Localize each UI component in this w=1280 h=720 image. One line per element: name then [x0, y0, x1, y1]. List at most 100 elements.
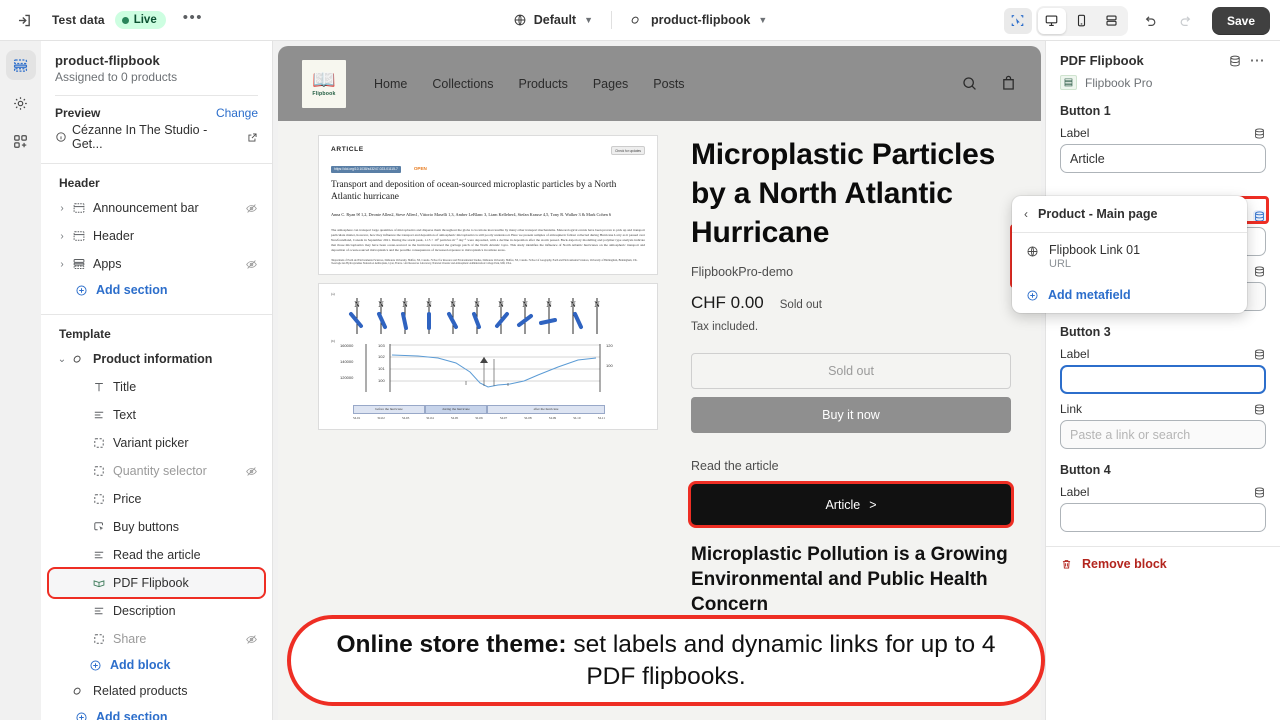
store-logo[interactable]: 📖 Flipbook [302, 59, 346, 108]
add-section-button-template[interactable]: Add section [49, 705, 264, 720]
tag-icon [630, 13, 644, 27]
sidebar-block-quantity-selector[interactable]: Quantity selector [49, 457, 264, 485]
product-price-row: CHF 0.00 Sold out [691, 293, 1011, 313]
chevron-right-icon[interactable]: › [55, 259, 69, 270]
status-badge: Live [114, 11, 166, 29]
sidebar-block-read-the-article[interactable]: Read the article [49, 541, 264, 569]
metafield-icon[interactable] [1253, 486, 1266, 499]
add-section-button-header[interactable]: Add section [49, 278, 264, 302]
sidebar-block-share[interactable]: Share [49, 625, 264, 653]
app-name: Flipbook Pro [1085, 75, 1153, 90]
metafield-option-flipbook-link-01[interactable]: Flipbook Link 01 URL [1012, 233, 1247, 280]
add-block-button[interactable]: Add block [49, 653, 264, 677]
exit-icon[interactable] [10, 6, 38, 34]
more-horizontal-icon[interactable]: ⋯ [1250, 53, 1267, 68]
rail-sections-button[interactable] [5, 50, 36, 80]
store-nav-item-products[interactable]: Products [518, 77, 567, 91]
pdf-doi: https://doi.org/10.1038/s43247-023-01115… [331, 165, 401, 173]
article-button-label: Article [825, 497, 861, 512]
theme-selector[interactable]: Default ▼ [505, 8, 601, 32]
svg-text:N: N [450, 300, 456, 309]
sidebar-block-label: Description [113, 604, 176, 618]
text-lines-icon [89, 604, 109, 618]
save-button[interactable]: Save [1211, 6, 1270, 35]
hidden-eye-icon[interactable] [245, 202, 258, 215]
sidebar-item-announcement-bar[interactable]: › Announcement bar [49, 194, 264, 222]
plus-circle-icon [75, 711, 88, 720]
svg-text:100: 100 [606, 363, 613, 368]
metafield-icon[interactable] [1253, 348, 1266, 361]
sidebar-block-description[interactable]: Description [49, 597, 264, 625]
hidden-eye-icon[interactable] [245, 633, 258, 646]
field-label: Link [1060, 402, 1083, 416]
remove-block-button[interactable]: Remove block [1046, 547, 1280, 571]
buy-it-now-button[interactable]: Buy it now [691, 397, 1011, 433]
sidebar-block-price[interactable]: Price [49, 485, 264, 513]
metafield-icon[interactable] [1228, 54, 1242, 68]
product-page-body: Check for updates ARTICLE https://doi.or… [278, 121, 1041, 649]
sidebar-block-variant-picker[interactable]: Variant picker [49, 429, 264, 457]
preview-product-row[interactable]: Cézanne In The Studio - Get... [55, 123, 258, 151]
sidebar-item-apps[interactable]: › Apps [49, 250, 264, 278]
sidebar-block-pdf-flipbook[interactable]: PDF Flipbook [47, 567, 266, 599]
button-4-label-input[interactable] [1060, 503, 1266, 532]
pdf-page-2[interactable]: (a) NNN NNN NNN NN (b) 160000 140000 120… [318, 282, 658, 430]
pdf-page-1[interactable]: Check for updates ARTICLE https://doi.or… [318, 135, 658, 275]
store-nav-item-home[interactable]: Home [374, 77, 407, 91]
sidebar-block-label: Title [113, 380, 137, 394]
metafield-icon[interactable] [1253, 403, 1266, 416]
store-nav-item-posts[interactable]: Posts [653, 77, 684, 91]
sidebar-item-header[interactable]: › Header [49, 222, 264, 250]
metafield-popup-header: ‹ Product - Main page [1012, 196, 1247, 232]
sidebar-block-buy-buttons[interactable]: Buy buttons [49, 513, 264, 541]
section-icon [69, 229, 89, 243]
metafield-icon[interactable] [1253, 127, 1266, 140]
add-metafield-button[interactable]: Add metafield [1012, 280, 1247, 313]
cart-icon[interactable] [1000, 75, 1017, 92]
top-bar-title: Test data [52, 13, 105, 27]
select-tool-button[interactable] [1003, 7, 1032, 34]
sidebar-item-related-products[interactable]: Related products [49, 677, 264, 705]
chevron-right-icon[interactable]: › [55, 231, 69, 242]
sample-label: SL09 [548, 415, 557, 420]
chevron-down-icon[interactable]: ⌄ [55, 354, 69, 365]
svg-text:N: N [498, 300, 504, 309]
hidden-eye-icon[interactable] [245, 465, 258, 478]
metafield-icon[interactable] [1253, 265, 1266, 278]
chevron-right-icon[interactable]: › [55, 203, 69, 214]
metafield-icon[interactable] [1253, 209, 1266, 223]
external-link-icon[interactable] [247, 132, 258, 143]
device-toggle-group [1035, 5, 1128, 36]
change-preview-button[interactable]: Change [216, 106, 258, 120]
search-icon[interactable] [961, 75, 978, 92]
store-nav-item-pages[interactable]: Pages [593, 77, 628, 91]
chevron-left-icon[interactable]: ‹ [1024, 207, 1028, 221]
template-name: product-flipbook [55, 53, 160, 68]
rail-settings-button[interactable] [6, 88, 36, 118]
figure-sample-labels: SL01 SL02 SL03 SL04 SL05 SL06 SL07 SL08 SL09 SL10… [353, 416, 605, 421]
annotation-callout-rest: set labels and dynamic links for up to 4… [566, 630, 996, 690]
store-nav-item-collections[interactable]: Collections [432, 77, 493, 91]
button-3-link-input[interactable] [1060, 420, 1266, 449]
settings-gear-icon [12, 95, 29, 112]
mobile-view-button[interactable] [1068, 8, 1096, 34]
sidebar-item-product-information[interactable]: ⌄ Product information [49, 345, 264, 373]
page-selector[interactable]: product-flipbook ▼ [622, 8, 775, 32]
desktop-view-button[interactable] [1037, 7, 1066, 34]
tag-icon [69, 684, 89, 698]
fullwidth-view-button[interactable] [1098, 8, 1126, 34]
sidebar-block-label: Buy buttons [113, 520, 180, 534]
sidebar-block-title[interactable]: Title [49, 373, 264, 401]
top-bar-more-button[interactable]: ••• [178, 9, 208, 31]
annotation-callout-text: Online store theme: set labels and dynam… [319, 629, 1013, 693]
sidebar-item-label: Related products [93, 684, 188, 698]
rail-apps-button[interactable] [6, 126, 36, 156]
article-button[interactable]: Article > [691, 484, 1011, 525]
preview-label: Preview [55, 106, 101, 120]
hidden-eye-icon[interactable] [245, 258, 258, 271]
right-panel-header-actions: ⋯ [1228, 53, 1267, 68]
button-3-label-input[interactable] [1060, 365, 1266, 394]
undo-button[interactable] [1136, 7, 1164, 35]
sidebar-block-text[interactable]: Text [49, 401, 264, 429]
button-1-label-input[interactable] [1060, 144, 1266, 173]
